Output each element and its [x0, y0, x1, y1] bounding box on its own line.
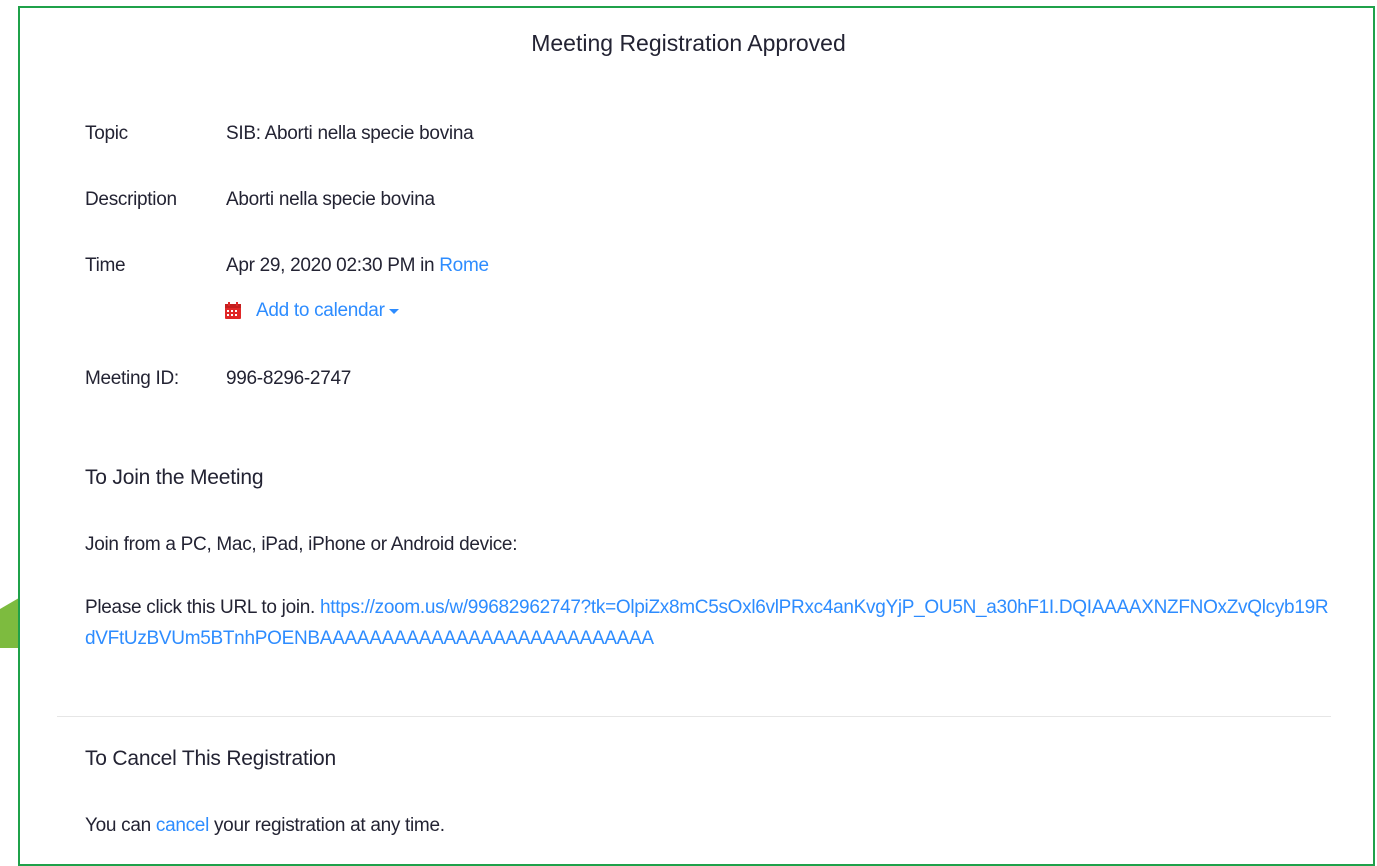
topic-label: Topic	[85, 123, 128, 144]
timezone-link[interactable]: Rome	[439, 255, 489, 276]
join-devices-text: Join from a PC, Mac, iPad, iPhone or And…	[85, 534, 518, 555]
join-heading: To Join the Meeting	[85, 466, 264, 489]
add-to-calendar-label[interactable]: Add to calendar	[256, 300, 385, 322]
topic-value: SIB: Aborti nella specie bovina	[226, 123, 474, 144]
meeting-id-label: Meeting ID:	[85, 368, 179, 389]
description-label: Description	[85, 189, 177, 210]
registration-panel	[18, 6, 1375, 866]
cancel-text: You can cancel your registration at any …	[85, 815, 445, 837]
meeting-id-value: 996-8296-2747	[226, 368, 351, 389]
description-value: Aborti nella specie bovina	[226, 189, 435, 210]
cancel-link[interactable]: cancel	[156, 815, 209, 836]
time-label: Time	[85, 255, 126, 276]
add-to-calendar-dropdown[interactable]: Add to calendar	[224, 300, 399, 322]
section-divider	[57, 716, 1331, 717]
cancel-heading: To Cancel This Registration	[85, 747, 336, 770]
calendar-icon	[224, 302, 242, 320]
time-value: Apr 29, 2020 02:30 PM in Rome	[226, 255, 489, 277]
cancel-text-after: your registration at any time.	[213, 815, 445, 836]
time-text: Apr 29, 2020 02:30 PM in	[226, 255, 435, 276]
join-url-prefix: Please click this URL to join.	[85, 597, 316, 618]
cancel-text-before: You can	[85, 815, 151, 836]
page-title: Meeting Registration Approved	[531, 30, 846, 56]
join-url-paragraph: Please click this URL to join. https://z…	[85, 592, 1335, 654]
caret-down-icon[interactable]	[388, 308, 399, 314]
